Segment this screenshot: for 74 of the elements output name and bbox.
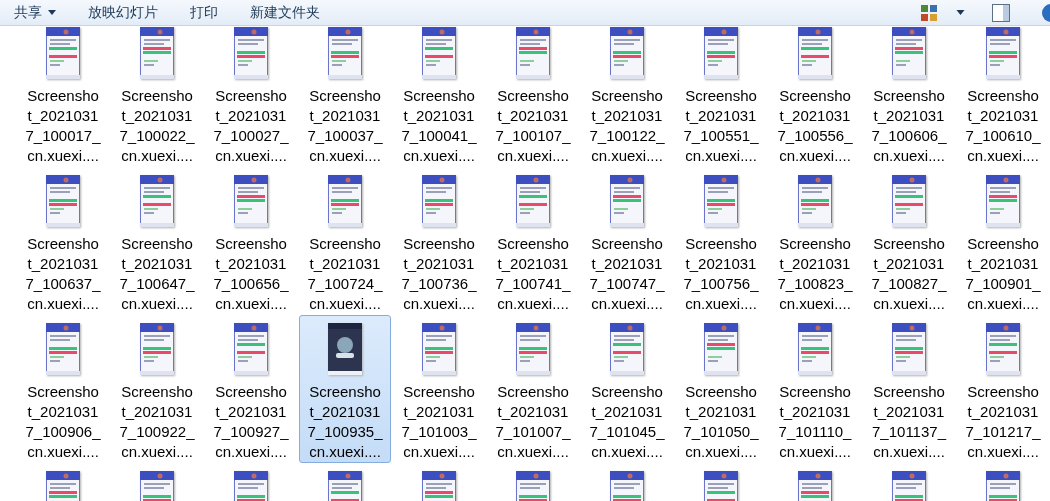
file-item[interactable]: Screenshot_20210317_100724_cn.xuexi.... — [299, 167, 391, 315]
file-item[interactable]: Screenshot_20210317_100122_cn.xuexi.... — [581, 26, 673, 167]
file-item[interactable]: Screenshot_20210317_100901_cn.xuexi.... — [957, 167, 1049, 315]
file-name: Screenshot_20210317_100736_cn.xuexi.... — [401, 234, 477, 314]
file-item[interactable]: Screenshot_20210317_100647_cn.xuexi.... — [111, 167, 203, 315]
file-item[interactable]: Screenshot_20210317_100027_cn.xuexi.... — [205, 26, 297, 167]
file-name: Screenshot_20210317_100922_cn.xuexi.... — [119, 382, 195, 462]
file-item[interactable]: Screenshot_20210317_100656_cn.xuexi.... — [205, 167, 297, 315]
file-name: Screenshot_20210317_100037_cn.xuexi.... — [307, 86, 383, 166]
file-item[interactable]: Screenshot_20210317_100637_cn.xuexi.... — [17, 167, 109, 315]
toolbar-button[interactable]: 打印 — [178, 0, 230, 25]
file-name: Screenshot_20210317_100027_cn.xuexi.... — [213, 86, 289, 166]
file-name: Screenshot_20210317_101217_cn.xuexi.... — [965, 382, 1041, 462]
file-name: Screenshot_20210317_100823_cn.xuexi.... — [777, 234, 853, 314]
file-name: Screenshot_20210317_100656_cn.xuexi.... — [213, 234, 289, 314]
file-name: Screenshot_20210317_100022_cn.xuexi.... — [119, 86, 195, 166]
file-item[interactable]: Screenshot_20210317_100741_cn.xuexi.... — [487, 167, 579, 315]
file-name: Screenshot_20210317_101003_cn.xuexi.... — [401, 382, 477, 462]
file-item[interactable]: Screenshot_20210317_101007_cn.xuexi.... — [487, 315, 579, 463]
file-item[interactable]: Screenshot_20210317_100906_cn.xuexi.... — [17, 315, 109, 463]
file-name: Screenshot_20210317_101045_cn.xuexi.... — [589, 382, 665, 462]
caret-icon[interactable] — [956, 10, 965, 15]
file-name: Screenshot_20210317_100606_cn.xuexi.... — [871, 86, 947, 166]
file-item[interactable]: Screenshot_20210317_100556_cn.xuexi.... — [769, 26, 861, 167]
help-icon[interactable] — [1041, 2, 1050, 23]
file-name: Screenshot_20210317_100637_cn.xuexi.... — [25, 234, 101, 314]
file-name: Screenshot_20210317_100756_cn.xuexi.... — [683, 234, 759, 314]
file-item[interactable]: Screenshot_20210317_100827_cn.xuexi.... — [863, 167, 955, 315]
file-item[interactable]: Screenshot_20210317_101050_cn.xuexi.... — [675, 315, 767, 463]
file-name: Screenshot_20210317_100901_cn.xuexi.... — [965, 234, 1041, 314]
file-name: Screenshot_20210317_101007_cn.xuexi.... — [495, 382, 571, 462]
file-item[interactable]: Screenshot_20210317_100747_cn.xuexi.... — [581, 167, 673, 315]
preview-pane-icon[interactable] — [991, 2, 1011, 23]
file-name: Screenshot_20210317_100724_cn.xuexi.... — [307, 234, 383, 314]
file-name: Screenshot_20210317_100017_cn.xuexi.... — [25, 86, 101, 166]
file-name: Screenshot_20210317_101050_cn.xuexi.... — [683, 382, 759, 462]
file-item[interactable]: Screenshot_20210317_100022_cn.xuexi.... — [111, 26, 203, 167]
selected-file[interactable]: Screenshot_20210317_100935_cn.xuexi.... — [299, 315, 391, 463]
file-name: Screenshot_20210317_100935_cn.xuexi.... — [307, 382, 383, 462]
file-item[interactable]: Screenshot_20210317_100017_cn.xuexi.... — [17, 26, 109, 167]
file-name: Screenshot_20210317_101110_cn.xuexi.... — [777, 382, 853, 462]
file-item[interactable]: Screenshot_20210317_101137_cn.xuexi.... — [863, 315, 955, 463]
file-item[interactable]: Screenshot_20210317_101045_cn.xuexi.... — [581, 315, 673, 463]
file-name: Screenshot_20210317_100747_cn.xuexi.... — [589, 234, 665, 314]
file-name: Screenshot_20210317_100741_cn.xuexi.... — [495, 234, 571, 314]
file-name: Screenshot_20210317_100556_cn.xuexi.... — [777, 86, 853, 166]
file-name: Screenshot_20210317_100827_cn.xuexi.... — [871, 234, 947, 314]
file-item[interactable]: Screenshot_20210317_101217_cn.xuexi.... — [957, 315, 1049, 463]
toolbar-button[interactable]: 共享 — [2, 0, 68, 25]
file-name: Screenshot_20210317_100906_cn.xuexi.... — [25, 382, 101, 462]
file-item[interactable]: Screenshot_20210317_100606_cn.xuexi.... — [863, 26, 955, 167]
file-item[interactable]: Screenshot_20210317_100922_cn.xuexi.... — [111, 315, 203, 463]
file-name: Screenshot_20210317_100122_cn.xuexi.... — [589, 86, 665, 166]
file-item[interactable]: Screenshot_20210317_100736_cn.xuexi.... — [393, 167, 485, 315]
file-item[interactable]: Screenshot_20210317_100610_cn.xuexi.... — [957, 26, 1049, 167]
toolbar-button[interactable]: 放映幻灯片 — [76, 0, 170, 25]
file-item[interactable]: Screenshot_20210317_100107_cn.xuexi.... — [487, 26, 579, 167]
file-name: Screenshot_20210317_100647_cn.xuexi.... — [119, 234, 195, 314]
file-item[interactable]: Screenshot_20210317_101110_cn.xuexi.... — [769, 315, 861, 463]
file-item[interactable]: Screenshot_20210317_100041_cn.xuexi.... — [393, 26, 485, 167]
file-item[interactable]: Screenshot_20210317_101003_cn.xuexi.... — [393, 315, 485, 463]
file-item[interactable]: Screenshot_20210317_100756_cn.xuexi.... — [675, 167, 767, 315]
file-name: Screenshot_20210317_100927_cn.xuexi.... — [213, 382, 289, 462]
file-name: Screenshot_20210317_100610_cn.xuexi.... — [965, 86, 1041, 166]
toolbar-button[interactable]: 新建文件夹 — [238, 0, 332, 25]
file-item[interactable]: Screenshot_20210317_100823_cn.xuexi.... — [769, 167, 861, 315]
file-name: Screenshot_20210317_100107_cn.xuexi.... — [495, 86, 571, 166]
view-icon[interactable] — [920, 3, 938, 22]
file-name: Screenshot_20210317_100041_cn.xuexi.... — [401, 86, 477, 166]
file-item[interactable]: Screenshot_20210317_100037_cn.xuexi.... — [299, 26, 391, 167]
file-name: Screenshot_20210317_100551_cn.xuexi.... — [683, 86, 759, 166]
file-name: Screenshot_20210317_101137_cn.xuexi.... — [871, 382, 947, 462]
file-item[interactable]: Screenshot_20210317_100551_cn.xuexi.... — [675, 26, 767, 167]
file-item[interactable]: Screenshot_20210317_100927_cn.xuexi.... — [205, 315, 297, 463]
